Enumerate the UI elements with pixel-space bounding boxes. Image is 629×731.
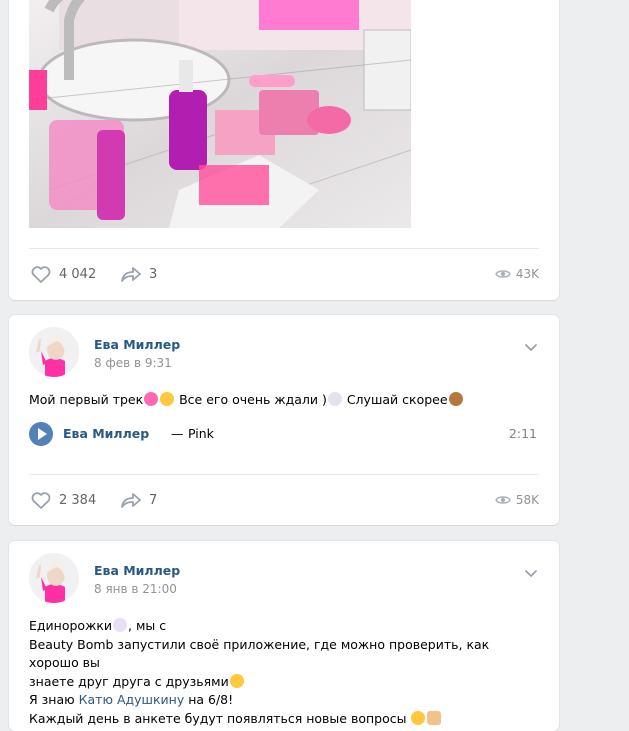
post-line: знаете друг друга с друзьями — [29, 673, 539, 692]
post-divider — [29, 248, 539, 249]
post-card: Ева Миллер 8 янв в 21:00 Единорожки , мы … — [9, 541, 559, 731]
post-text-part: Все его очень ждали ) — [175, 392, 327, 407]
share-arrow-icon — [121, 267, 141, 282]
audio-artist[interactable]: Ева Миллер — [63, 426, 149, 441]
post-text: Единорожки , мы с Beauty Bomb запустили с… — [29, 617, 539, 728]
post-text-part: Слушай скорее — [342, 392, 448, 407]
share-count: 7 — [149, 492, 158, 508]
chevron-down-icon[interactable] — [523, 339, 539, 355]
post-line: Я знаю Катю Адушкину на 6/8! — [29, 691, 539, 710]
views-counter: 58K — [495, 488, 539, 512]
post-text-part: Я знаю — [29, 692, 79, 707]
like-count: 2 384 — [59, 492, 97, 508]
post-text-part: знаете друг друга с друзьями — [29, 673, 229, 689]
author-avatar-image — [29, 553, 79, 603]
eye-icon — [495, 270, 511, 278]
wink-emoji-icon — [411, 710, 426, 725]
post-text-part: на 6/8! — [184, 692, 234, 707]
post-line: Beauty Bomb запустили своё приложение, г… — [29, 636, 490, 671]
monkey-emoji-icon — [448, 392, 463, 406]
post-photo[interactable] — [29, 0, 411, 228]
post-text: Мой первый трек Все его очень ждали ) Сл… — [29, 391, 539, 410]
author-avatar-image — [29, 327, 79, 377]
post-divider — [29, 474, 539, 475]
post-text-part: , мы с — [128, 618, 167, 633]
audio-row: Ева Миллер — Pink 2:11 — [29, 422, 539, 446]
post-text-part: Мой первый трек — [29, 392, 144, 407]
audio-separator: — — [171, 426, 184, 441]
heart-icon — [31, 266, 51, 283]
author-name[interactable]: Ева Миллер — [94, 563, 180, 578]
share-button[interactable]: 7 — [119, 488, 157, 512]
heart-icon — [31, 492, 51, 509]
eye-icon — [495, 496, 511, 504]
share-count: 3 — [149, 266, 158, 282]
audio-title[interactable]: Pink — [188, 426, 214, 441]
post-line: Единорожки , мы с — [29, 617, 539, 636]
like-count: 4 042 — [59, 266, 97, 282]
unicorn-emoji-icon — [113, 618, 128, 632]
point-down-emoji-icon — [427, 710, 442, 725]
post-card: 4 042 3 43K — [9, 0, 559, 300]
views-count: 58K — [515, 493, 539, 507]
post-actions: 2 384 7 58K — [29, 488, 539, 512]
post-date[interactable]: 8 янв в 21:00 — [94, 582, 177, 596]
post-actions: 4 042 3 43K — [29, 262, 539, 286]
post-line: Каждый день в анкете будут появляться но… — [29, 710, 539, 729]
unicorn-emoji-icon — [327, 392, 342, 406]
share-arrow-icon — [121, 493, 141, 508]
heart-emoji-icon — [144, 392, 159, 406]
post-date[interactable]: 8 фев в 9:31 — [94, 356, 172, 370]
post-text-part: Единорожки — [29, 618, 113, 633]
mention-link[interactable]: Катю Адушкину — [79, 692, 185, 707]
avatar[interactable] — [29, 553, 79, 603]
bathroom-photo — [29, 0, 411, 228]
like-button[interactable]: 4 042 — [29, 262, 96, 286]
views-counter: 43K — [495, 262, 539, 286]
author-name[interactable]: Ева Миллер — [94, 337, 180, 352]
smiling-hearts-emoji-icon — [229, 673, 244, 688]
like-button[interactable]: 2 384 — [29, 488, 96, 512]
views-count: 43K — [515, 267, 539, 281]
post-card: Ева Миллер 8 фев в 9:31 Мой первый трек … — [9, 315, 559, 525]
heart-eyes-emoji-icon — [160, 392, 175, 406]
share-button[interactable]: 3 — [119, 262, 157, 286]
audio-duration: 2:11 — [508, 426, 537, 441]
chevron-down-icon[interactable] — [523, 565, 539, 581]
avatar[interactable] — [29, 327, 79, 377]
post-text-part: Каждый день в анкете будут появляться но… — [29, 710, 407, 726]
play-icon[interactable] — [29, 422, 53, 446]
